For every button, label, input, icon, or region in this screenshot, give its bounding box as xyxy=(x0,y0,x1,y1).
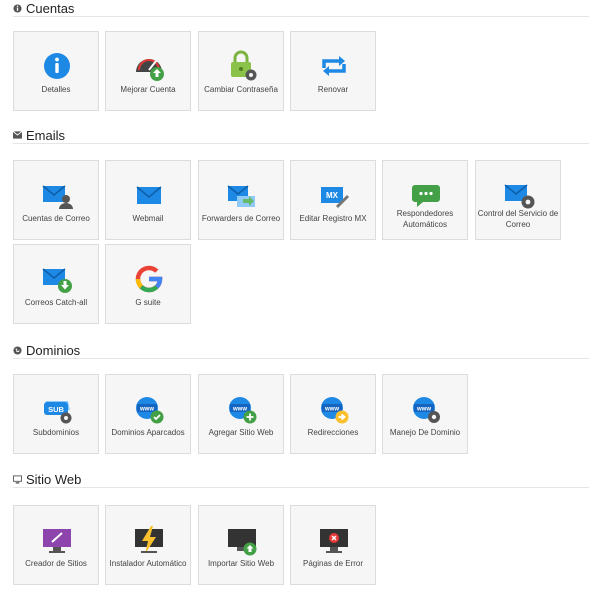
autoresponder-icon xyxy=(409,179,443,211)
speedometer-upgrade-icon xyxy=(132,50,166,82)
tile-g-suite[interactable]: G suite xyxy=(105,244,191,324)
error-pages-icon xyxy=(317,524,351,556)
section-header: Emails xyxy=(13,127,589,144)
info-icon xyxy=(40,50,74,82)
tile-label: Agregar Sitio Web xyxy=(208,428,274,437)
tile-label: Webmail xyxy=(132,214,164,223)
section-title: Cuentas xyxy=(26,0,75,16)
svg-text:www: www xyxy=(416,407,431,413)
tile-subdominios[interactable]: SUB Subdominios xyxy=(13,374,99,454)
tile-label: Redirecciones xyxy=(307,428,359,437)
section-header: Sitio Web xyxy=(13,471,589,488)
tile-label: Mejorar Cuenta xyxy=(120,85,176,94)
mail-download-icon xyxy=(40,263,74,295)
tile-label: Dominios Aparcados xyxy=(111,428,185,437)
monitor-icon xyxy=(13,474,22,484)
svg-text:SUB: SUB xyxy=(48,405,64,414)
tile-editar-registro-mx[interactable]: MX Editar Registro MX xyxy=(290,160,376,240)
tile-cambiar-contrasena[interactable]: Cambiar Contraseña xyxy=(198,31,284,111)
info-circle-icon xyxy=(13,3,22,13)
tile-paginas-de-error[interactable]: Páginas de Error xyxy=(290,505,376,585)
tile-label: Cuentas de Correo xyxy=(22,214,90,223)
tile-label: G suite xyxy=(135,298,161,307)
www-check-icon: www xyxy=(132,393,166,425)
tile-label: Correos Catch-all xyxy=(24,298,88,307)
www-gear-icon: www xyxy=(409,393,443,425)
tile-mejorar-cuenta[interactable]: Mejorar Cuenta xyxy=(105,31,191,111)
tile-creador-de-sitios[interactable]: Creador de Sitios xyxy=(13,505,99,585)
tile-label: Páginas de Error xyxy=(302,559,364,568)
tile-label: Subdominios xyxy=(32,428,80,437)
section-emails: Emails Cuentas de Correo Webmail Forward… xyxy=(13,127,589,324)
auto-installer-icon xyxy=(132,524,166,556)
tile-dominios-aparcados[interactable]: www Dominios Aparcados xyxy=(105,374,191,454)
tile-label: Creador de Sitios xyxy=(25,559,87,568)
tile-cuentas-de-correo[interactable]: Cuentas de Correo xyxy=(13,160,99,240)
section-cuentas: Cuentas Detalles Mejorar Cuenta Cambiar … xyxy=(13,0,589,111)
tile-label: Editar Registro MX xyxy=(299,214,367,223)
section-title: Emails xyxy=(26,127,66,143)
www-add-icon: www xyxy=(225,393,259,425)
google-g-icon xyxy=(132,263,166,295)
section-dominios: Dominios SUB Subdominios www Dominios Ap… xyxy=(13,342,589,454)
mail-user-icon xyxy=(40,179,74,211)
tile-manejo-de-dominio[interactable]: www Manejo De Dominio xyxy=(382,374,468,454)
tile-label: Instalador Automático xyxy=(109,559,187,568)
tile-instalador-automatico[interactable]: Instalador Automático xyxy=(105,505,191,585)
renew-arrows-icon xyxy=(317,50,351,82)
tile-correos-catch-all[interactable]: Correos Catch-all xyxy=(13,244,99,324)
tile-forwarders-de-correo[interactable]: Forwarders de Correo xyxy=(198,160,284,240)
section-title: Dominios xyxy=(26,342,81,358)
lock-gear-icon xyxy=(225,50,259,82)
tile-importar-sitio-web[interactable]: Importar Sitio Web xyxy=(198,505,284,585)
tile-label: Importar Sitio Web xyxy=(207,559,275,568)
svg-text:www: www xyxy=(324,407,339,413)
section-header: Dominios xyxy=(13,342,589,359)
tile-label: Respondedores Automáticos xyxy=(396,209,454,229)
section-title: Sitio Web xyxy=(26,471,82,487)
tile-control-servicio-correo[interactable]: Control del Servicio de Correo xyxy=(475,160,561,240)
www-redirect-icon: www xyxy=(317,393,351,425)
import-site-icon xyxy=(225,524,259,556)
mail-gear-icon xyxy=(502,179,536,211)
tile-label: Forwarders de Correo xyxy=(201,214,281,223)
tile-webmail[interactable]: Webmail xyxy=(105,160,191,240)
subdomain-gear-icon: SUB xyxy=(40,393,74,425)
tile-respondedores-automaticos[interactable]: Respondedores Automáticos xyxy=(382,160,468,240)
svg-text:www: www xyxy=(232,407,247,413)
section-sitio-web: Sitio Web Creador de Sitios Instalador A… xyxy=(13,471,589,585)
svg-text:MX: MX xyxy=(326,191,339,200)
section-header: Cuentas xyxy=(13,0,589,17)
tile-renovar[interactable]: Renovar xyxy=(290,31,376,111)
mail-forward-icon xyxy=(225,179,259,211)
tile-label: Control del Servicio de Correo xyxy=(477,209,559,229)
tile-label: Cambiar Contraseña xyxy=(204,85,278,94)
tile-redirecciones[interactable]: www Redirecciones xyxy=(290,374,376,454)
tile-label: Detalles xyxy=(41,85,71,94)
tile-label: Manejo De Dominio xyxy=(389,428,461,437)
envelope-icon xyxy=(13,131,22,140)
tile-detalles[interactable]: Detalles xyxy=(13,31,99,111)
tile-label: Renovar xyxy=(317,85,349,94)
svg-text:www: www xyxy=(139,407,154,413)
site-builder-icon xyxy=(40,524,74,556)
globe-icon xyxy=(13,345,22,355)
mail-icon xyxy=(132,179,166,211)
mx-record-icon: MX xyxy=(317,179,351,211)
tile-agregar-sitio-web[interactable]: www Agregar Sitio Web xyxy=(198,374,284,454)
